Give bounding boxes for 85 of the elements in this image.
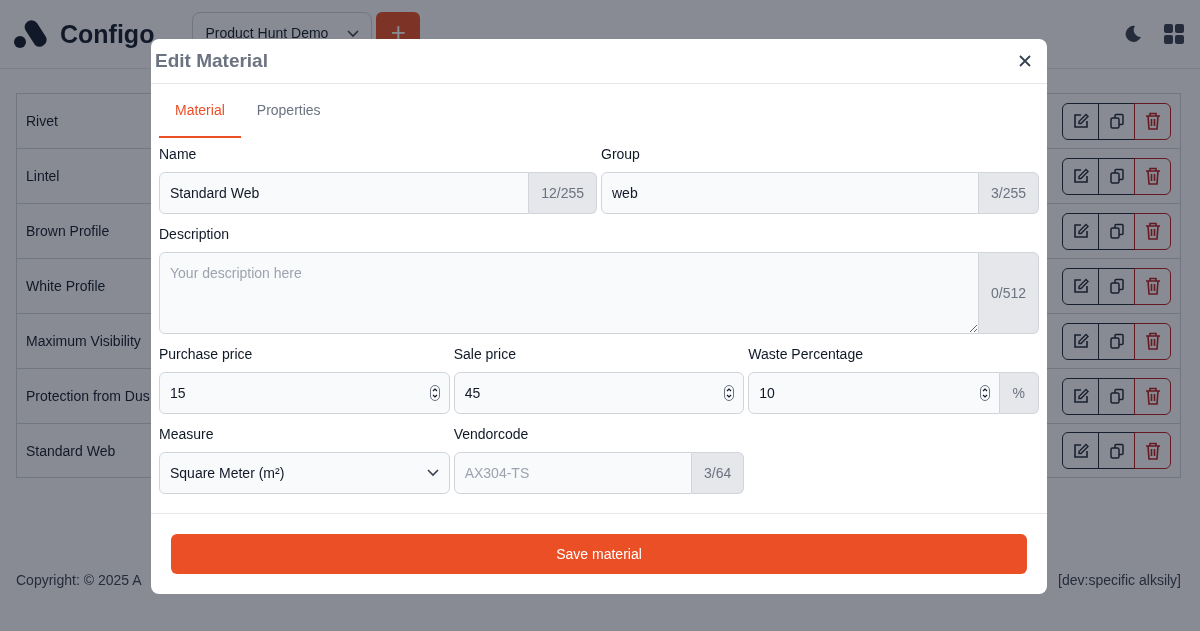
edit-button[interactable] [1062, 267, 1099, 305]
copy-button[interactable] [1098, 102, 1135, 140]
spinner-icon[interactable] [429, 385, 440, 401]
pencil-icon [1072, 223, 1089, 239]
material-name: Maximum Visibility [26, 333, 141, 349]
grid-icon[interactable] [1164, 24, 1184, 44]
copy-icon [1108, 278, 1125, 294]
trash-icon [1144, 332, 1161, 350]
moon-icon[interactable] [1124, 25, 1142, 43]
material-name: Brown Profile [26, 223, 110, 239]
field-label: Purchase price [159, 346, 254, 362]
trash-icon [1144, 277, 1161, 295]
unit-suffix: % [999, 372, 1039, 414]
field-label: Measure [159, 426, 215, 442]
delete-button[interactable] [1134, 102, 1171, 140]
app-logo: Configo [60, 19, 155, 49]
trash-icon [1144, 441, 1161, 460]
copy-icon [1108, 223, 1125, 239]
trash-icon [1144, 112, 1161, 130]
spinner-icon[interactable] [724, 385, 735, 401]
number-field[interactable]: 10 [748, 372, 1000, 414]
copy-button[interactable] [1098, 322, 1135, 360]
delete-button[interactable] [1134, 432, 1171, 469]
edit-button[interactable] [1062, 212, 1099, 250]
text-field[interactable]: Standard Web [159, 172, 530, 214]
build-info: [dev:specific alksily] [1058, 572, 1181, 588]
field-label: Group [601, 146, 641, 162]
edit-button[interactable] [1062, 102, 1099, 140]
character-counter: 3/255 [978, 172, 1039, 214]
text-field[interactable]: AX304-TS [453, 452, 693, 494]
trash-icon [1144, 222, 1161, 240]
delete-button[interactable] [1134, 377, 1171, 415]
copy-icon [1108, 113, 1125, 129]
trash-icon [1144, 167, 1161, 185]
description-field[interactable]: Your description here [159, 252, 979, 334]
delete-button[interactable] [1134, 212, 1171, 250]
field-label: Sale price [453, 346, 517, 362]
pencil-icon [1072, 113, 1089, 129]
edit-button[interactable] [1062, 322, 1099, 360]
chevron-down-icon [347, 30, 360, 38]
material-name: Rivet [26, 113, 58, 129]
save-button[interactable]: Save material [171, 534, 1027, 574]
text-field[interactable]: web [601, 172, 979, 214]
tab[interactable]: Material [159, 84, 241, 138]
tab[interactable]: Properties [240, 84, 337, 138]
field-label: Name [159, 146, 198, 162]
trash-icon [1144, 387, 1161, 405]
pencil-icon [1072, 333, 1089, 349]
chevron-down-icon [426, 469, 439, 477]
field-label: Waste Percentage [748, 346, 864, 362]
edit-button[interactable] [1062, 377, 1099, 415]
pencil-icon [1072, 388, 1089, 404]
copy-button[interactable] [1098, 267, 1135, 305]
copy-button[interactable] [1098, 377, 1135, 415]
material-name: White Profile [26, 278, 106, 294]
edit-button[interactable] [1062, 157, 1099, 195]
copy-button[interactable] [1098, 432, 1135, 469]
spinner-icon[interactable] [979, 385, 990, 401]
field-label: Vendorcode [453, 426, 530, 442]
copy-icon [1108, 442, 1125, 459]
material-name: Protection from Dus [26, 388, 150, 404]
character-counter: 0/512 [978, 252, 1039, 334]
copy-button[interactable] [1098, 212, 1135, 250]
number-field[interactable]: 45 [453, 372, 745, 414]
character-counter: 3/64 [692, 452, 745, 494]
edit-button[interactable] [1062, 432, 1099, 469]
pencil-icon [1072, 168, 1089, 184]
pencil-icon [1072, 442, 1089, 459]
character-counter: 12/255 [529, 172, 597, 214]
copy-icon [1108, 168, 1125, 184]
copy-button[interactable] [1098, 157, 1135, 195]
measure-select[interactable]: Square Meter (m²) [159, 452, 450, 494]
copyright-text: Copyright: © 2025 A [16, 572, 142, 588]
close-icon[interactable] [1019, 55, 1031, 67]
material-name: Lintel [26, 168, 60, 184]
material-name: Standard Web [26, 442, 116, 459]
field-label: Description [159, 226, 231, 242]
delete-button[interactable] [1134, 267, 1171, 305]
number-field[interactable]: 15 [159, 372, 450, 414]
pencil-icon [1072, 278, 1089, 294]
delete-button[interactable] [1134, 322, 1171, 360]
logo-icon [14, 19, 48, 49]
delete-button[interactable] [1134, 157, 1171, 195]
copy-icon [1108, 388, 1125, 404]
copy-icon [1108, 333, 1125, 349]
